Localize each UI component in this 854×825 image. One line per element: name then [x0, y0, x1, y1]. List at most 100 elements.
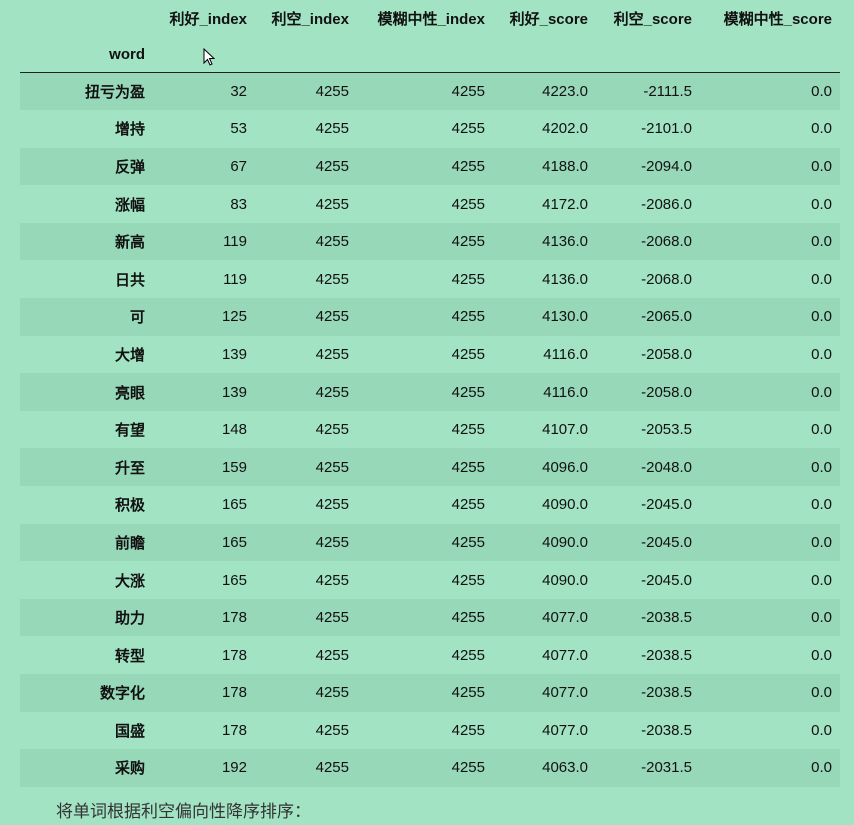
row-index-word: 扭亏为盈 — [84, 84, 145, 102]
row-index-word: 数字化 — [99, 685, 145, 703]
table-cell: -2038.5 — [641, 684, 692, 702]
table-cell: 0.0 — [811, 458, 832, 476]
table-cell: 4255 — [451, 157, 485, 175]
table-cell: 0.0 — [811, 308, 832, 326]
row-index-word: 采购 — [114, 760, 145, 778]
table-cell: 159 — [221, 458, 247, 476]
table-row: 大涨 165 4255 4255 4090.0 -2045.0 0.0 — [20, 561, 840, 599]
table-cell: -2038.5 — [641, 646, 692, 664]
table-row: 转型 178 4255 4255 4077.0 -2038.5 0.0 — [20, 636, 840, 674]
table-cell: 178 — [221, 646, 247, 664]
corner-cell — [20, 0, 153, 36]
table-row: 前瞻 165 4255 4255 4090.0 -2045.0 0.0 — [20, 523, 840, 562]
table-cell: -2038.5 — [641, 721, 692, 739]
table-cell: 192 — [221, 759, 247, 777]
table-row: 大增 139 4255 4255 4116.0 -2058.0 0.0 — [20, 336, 840, 374]
table-cell: 4255 — [451, 533, 485, 551]
table-cell: -2058.0 — [641, 345, 692, 363]
table-cell: 4063.0 — [542, 759, 588, 777]
table-cell: -2101.0 — [641, 120, 692, 138]
table-cell: 0.0 — [811, 609, 832, 627]
table-cell: -2065.0 — [641, 308, 692, 326]
table-cell: 4136.0 — [542, 270, 588, 288]
table-cell: 4255 — [315, 270, 349, 288]
table-cell: 119 — [223, 233, 247, 251]
table-cell: -2045.0 — [641, 496, 692, 514]
row-index-word: 大增 — [114, 346, 145, 364]
table-cell: 4255 — [315, 496, 349, 514]
table-cell: -2045.0 — [641, 571, 692, 589]
table-cell: 0.0 — [811, 345, 832, 363]
table-cell: 4116.0 — [543, 345, 588, 363]
table-row: 增持 53 4255 4255 4202.0 -2101.0 0.0 — [20, 110, 840, 148]
table-cell: 4255 — [315, 120, 349, 138]
table-cell: 4223.0 — [542, 83, 588, 101]
table-cell: 4090.0 — [542, 533, 588, 551]
column-header: 利好_index — [169, 10, 247, 28]
table-cell: 4202.0 — [542, 120, 588, 138]
table-cell: 4077.0 — [542, 721, 588, 739]
table-body: 扭亏为盈 32 4255 4255 4223.0 -2111.5 0.0 增持 53 4255 42… — [20, 72, 840, 787]
table-cell: 4255 — [451, 646, 485, 664]
row-index-word: 日共 — [114, 271, 145, 289]
table-cell: 4255 — [451, 383, 485, 401]
table-cell: 4077.0 — [542, 684, 588, 702]
row-index-word: 涨幅 — [114, 196, 145, 214]
column-header: 利空_score — [613, 10, 692, 28]
table-cell: 4255 — [451, 721, 485, 739]
table-cell: 4255 — [451, 458, 485, 476]
column-header: 模糊中性_score — [723, 10, 832, 28]
row-index-word: 转型 — [114, 647, 145, 665]
row-index-word: 前瞻 — [114, 534, 145, 552]
table-cell: 148 — [221, 421, 247, 439]
table-cell: -2038.5 — [641, 609, 692, 627]
table-cell: 125 — [221, 308, 247, 326]
column-header: 利好_score — [509, 10, 588, 28]
table-cell: 4255 — [451, 421, 485, 439]
table-row: 数字化 178 4255 4255 4077.0 -2038.5 0.0 — [20, 674, 840, 712]
table-cell: 0.0 — [811, 157, 832, 175]
table-cell: 0.0 — [811, 646, 832, 664]
table-cell: 4255 — [315, 421, 349, 439]
table-cell: 0.0 — [811, 684, 832, 702]
mouse-pointer-icon — [203, 48, 215, 66]
table-row: 反弹 67 4255 4255 4188.0 -2094.0 0.0 — [20, 147, 840, 186]
table-cell: 178 — [221, 684, 247, 702]
table-cell: 4255 — [451, 609, 485, 627]
table-cell: 67 — [230, 157, 247, 175]
table-row: 亮眼 139 4255 4255 4116.0 -2058.0 0.0 — [20, 373, 840, 411]
table-cell: 4255 — [451, 195, 485, 213]
table-row: 有望 148 4255 4255 4107.0 -2053.5 0.0 — [20, 411, 840, 449]
table-cell: -2045.0 — [641, 533, 692, 551]
table-row: 涨幅 83 4255 4255 4172.0 -2086.0 0.0 — [20, 185, 840, 223]
table-cell: 32 — [230, 83, 247, 101]
table-cell: 4255 — [315, 721, 349, 739]
table-cell: 139 — [221, 383, 247, 401]
table-cell: -2094.0 — [641, 157, 692, 175]
footer-description-text: 将单词根据利空偏向性降序排序： — [56, 802, 311, 821]
row-index-word: 积极 — [114, 497, 145, 515]
table-cell: 4255 — [451, 233, 485, 251]
table-cell: 4255 — [315, 83, 349, 101]
table-cell: 0.0 — [811, 233, 832, 251]
table-cell: 0.0 — [811, 496, 832, 514]
dataframe-table: 利好_index 利空_index 模糊中性_index 利好_score 利空… — [20, 0, 840, 787]
table-cell: -2111.5 — [643, 83, 692, 101]
table-cell: 0.0 — [811, 195, 832, 213]
table-cell: 4255 — [451, 345, 485, 363]
table-cell: 165 — [221, 496, 247, 514]
table-row: 日共 119 4255 4255 4136.0 -2068.0 0.0 — [20, 260, 840, 298]
table-cell: 4255 — [315, 345, 349, 363]
row-index-word: 升至 — [114, 459, 145, 477]
table-cell: -2048.0 — [641, 458, 692, 476]
table-row: 国盛 178 4255 4255 4077.0 -2038.5 0.0 — [20, 712, 840, 750]
table-cell: 0.0 — [811, 421, 832, 439]
table-cell: 4255 — [451, 83, 485, 101]
table-cell: 4255 — [451, 759, 485, 777]
index-name-label: word — [20, 36, 153, 73]
table-cell: 4255 — [315, 195, 349, 213]
row-index-word: 新高 — [114, 234, 145, 252]
table-cell: 165 — [221, 533, 247, 551]
table-cell: 4255 — [315, 157, 349, 175]
table-cell: 4255 — [451, 684, 485, 702]
